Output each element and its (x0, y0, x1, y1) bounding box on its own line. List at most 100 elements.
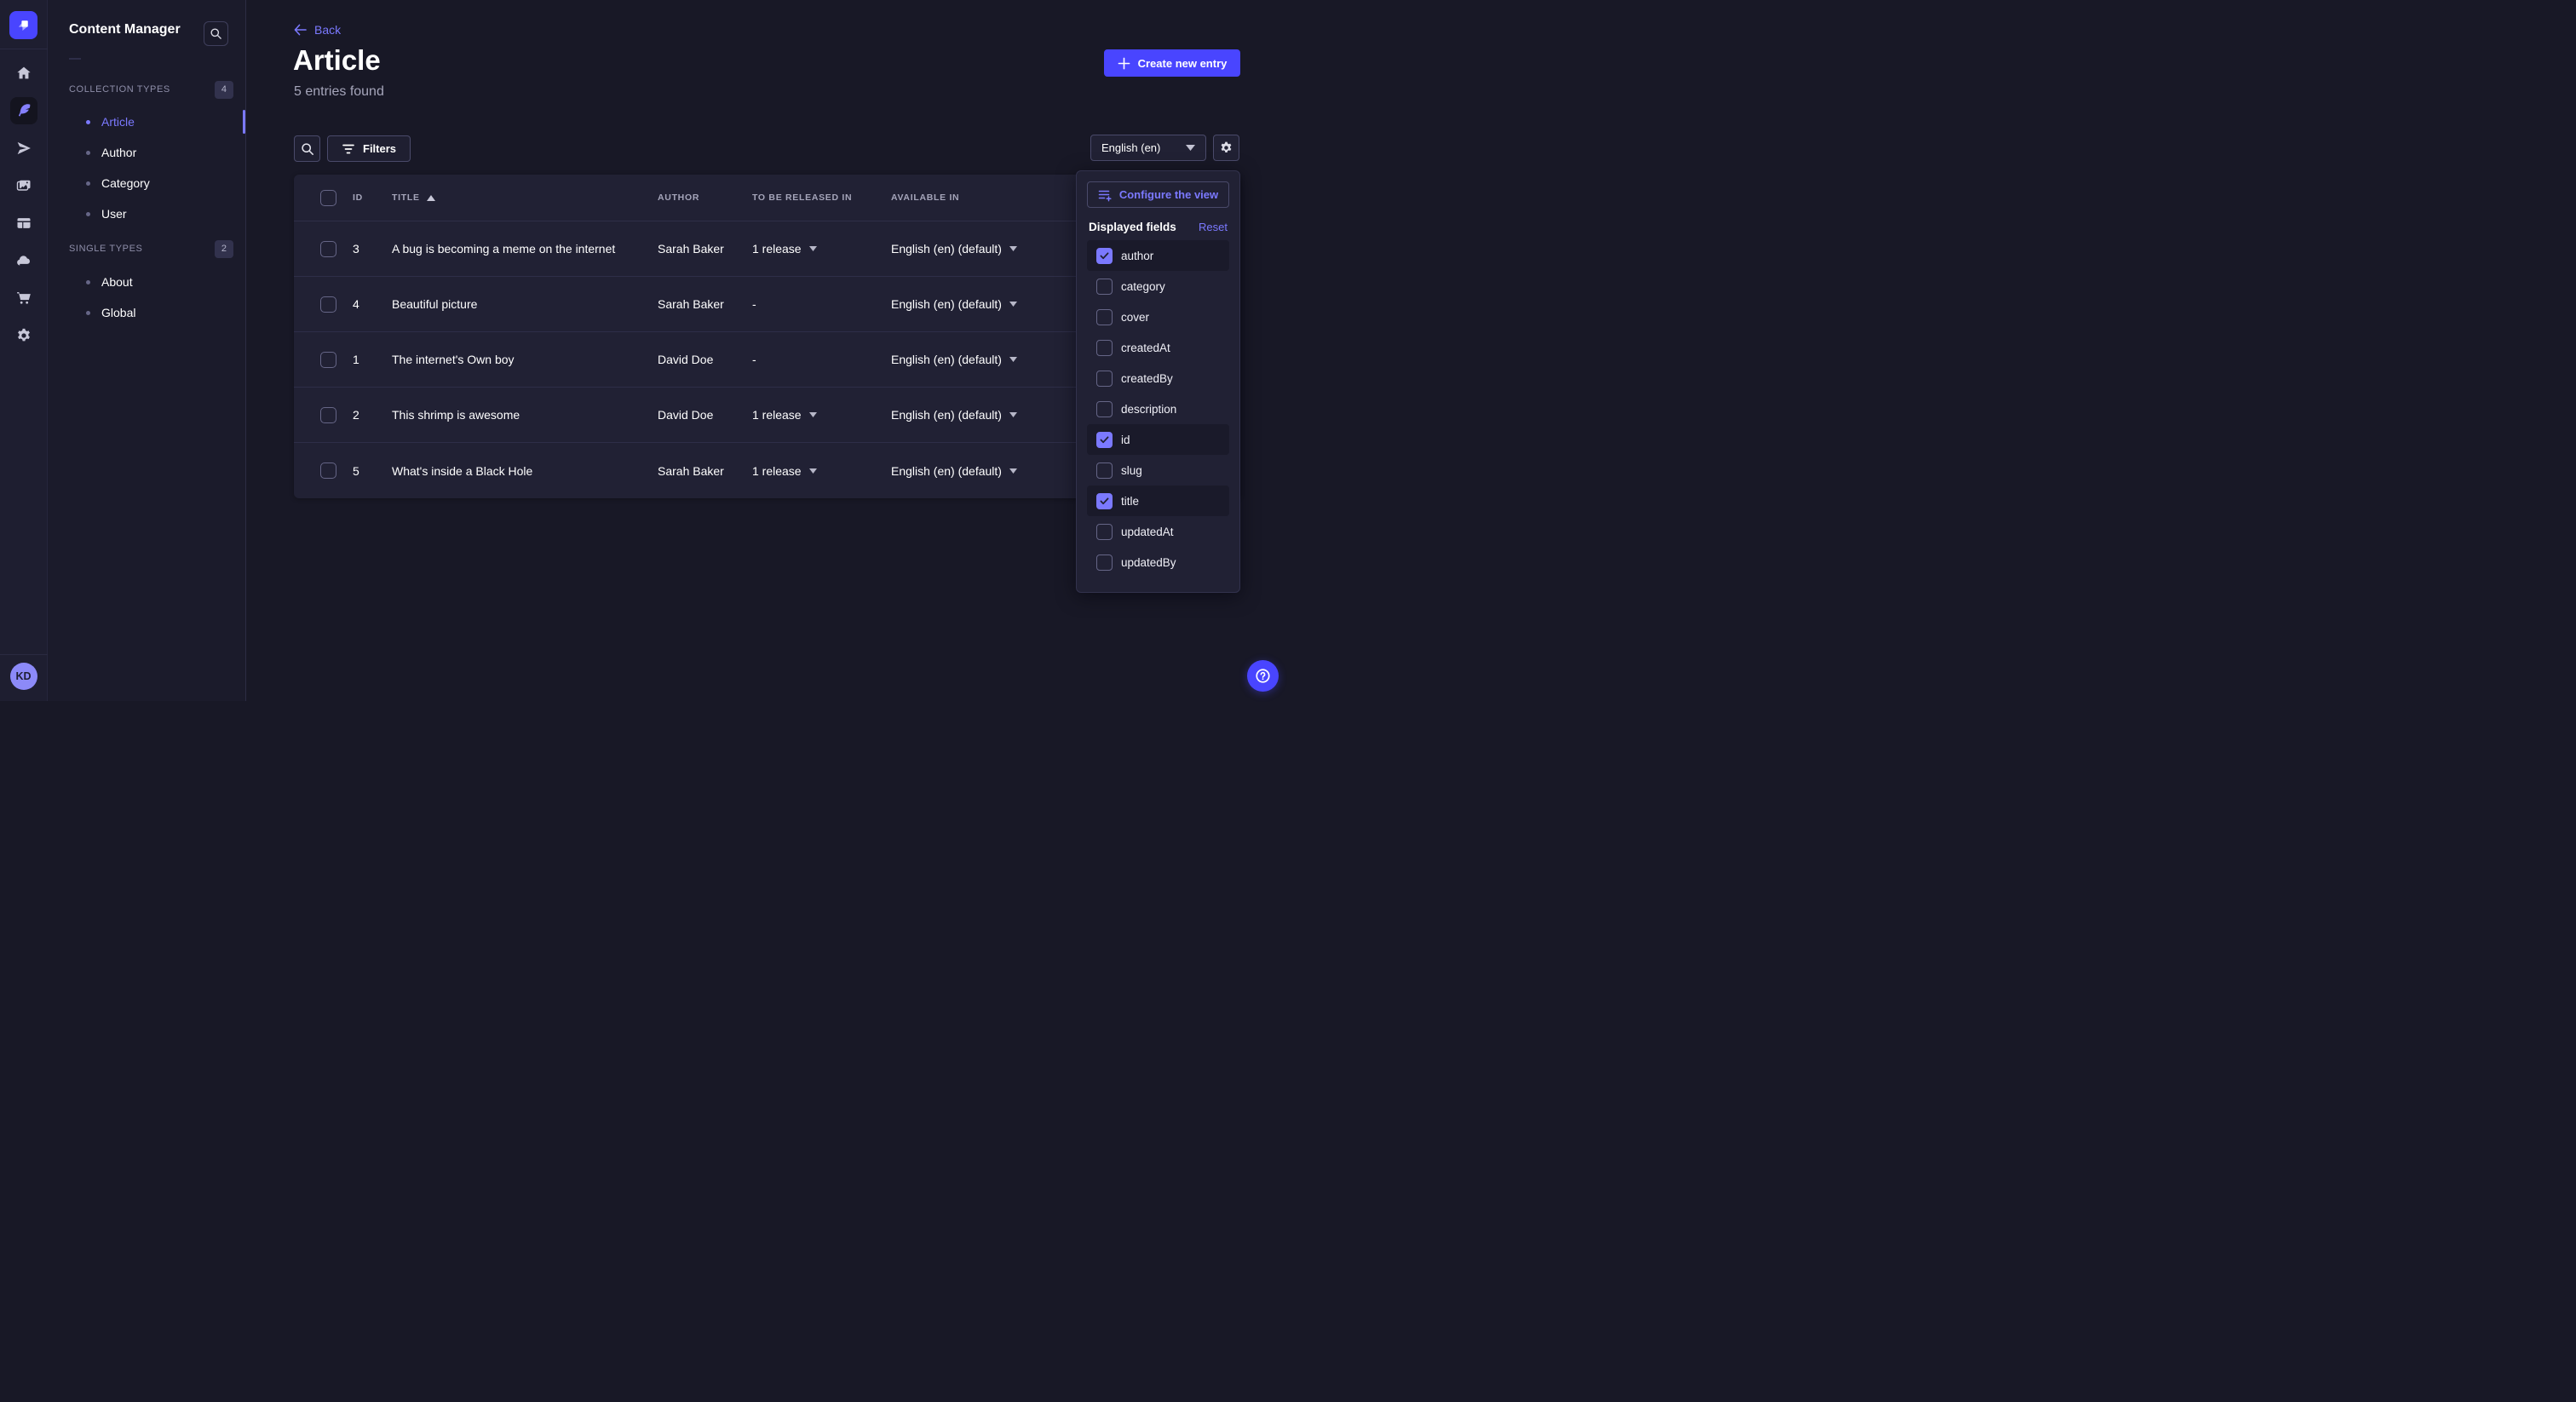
layout-icon (15, 215, 32, 232)
cell-title: A bug is becoming a meme on the internet (392, 242, 658, 256)
nav-deploy-button[interactable] (10, 135, 37, 162)
field-toggle-row[interactable]: author (1087, 240, 1229, 271)
cloud-icon (15, 252, 32, 269)
chevron-down-icon (1009, 468, 1017, 474)
filters-label: Filters (363, 142, 396, 155)
field-toggle-row[interactable]: updatedBy (1087, 547, 1229, 577)
field-toggle-row[interactable]: slug (1087, 455, 1229, 486)
search-icon (301, 142, 314, 156)
field-label: id (1121, 434, 1130, 446)
paper-plane-icon (15, 140, 32, 157)
row-checkbox[interactable] (320, 241, 336, 257)
sidebar-item[interactable]: Global (48, 297, 246, 328)
checkbox[interactable] (1096, 432, 1113, 448)
field-label: author (1121, 250, 1153, 262)
row-checkbox[interactable] (320, 463, 336, 479)
field-toggle-row[interactable]: category (1087, 271, 1229, 302)
nav-content-manager-button[interactable] (10, 97, 37, 124)
nav-marketplace-button[interactable] (10, 284, 37, 312)
field-label: title (1121, 495, 1139, 508)
cell-release[interactable]: - (752, 297, 891, 311)
field-label: cover (1121, 311, 1149, 324)
field-label: createdAt (1121, 342, 1170, 354)
cell-release[interactable]: 1 release (752, 408, 891, 422)
cell-id: 3 (353, 242, 392, 256)
locale-select[interactable]: English (en) (1090, 135, 1206, 161)
select-all-checkbox[interactable] (320, 190, 336, 206)
bullet-icon (86, 280, 90, 284)
bullet-icon (86, 311, 90, 315)
checkbox[interactable] (1096, 493, 1113, 509)
checkbox[interactable] (1096, 279, 1113, 295)
create-new-entry-button[interactable]: Create new entry (1104, 49, 1240, 77)
row-checkbox[interactable] (320, 407, 336, 423)
configure-list-icon (1098, 188, 1112, 202)
cell-release[interactable]: - (752, 353, 891, 366)
checkmark-icon (1100, 497, 1109, 505)
nav-cloud-button[interactable] (10, 247, 37, 274)
chevron-down-icon (1009, 302, 1017, 307)
field-toggle-row[interactable]: description (1087, 394, 1229, 424)
back-button[interactable]: Back (294, 23, 341, 37)
cell-author: David Doe (658, 353, 752, 366)
chevron-down-icon (1009, 246, 1017, 251)
field-toggle-row[interactable]: createdBy (1087, 363, 1229, 394)
help-button[interactable] (1247, 660, 1279, 692)
view-settings-button[interactable] (1213, 135, 1239, 161)
cell-release[interactable]: 1 release (752, 464, 891, 478)
configure-view-button[interactable]: Configure the view (1087, 181, 1229, 208)
user-avatar[interactable]: KD (10, 663, 37, 690)
checkbox[interactable] (1096, 524, 1113, 540)
column-header-release[interactable]: TO BE RELEASED IN (752, 192, 891, 203)
nav-home-button[interactable] (10, 60, 37, 87)
table-search-button[interactable] (294, 135, 320, 162)
chevron-down-icon (809, 412, 817, 417)
column-header-author[interactable]: AUTHOR (658, 192, 752, 203)
sidebar-item[interactable]: About (48, 267, 246, 297)
sidebar-item[interactable]: Category (48, 168, 246, 198)
nav-settings-button[interactable] (10, 322, 37, 349)
field-toggle-row[interactable]: title (1087, 486, 1229, 516)
column-header-title[interactable]: TITLE (392, 192, 658, 203)
checkbox[interactable] (1096, 371, 1113, 387)
collection-types-list: Article Author Category User (48, 106, 246, 229)
row-checkbox[interactable] (320, 296, 336, 313)
field-label: updatedBy (1121, 556, 1176, 569)
cell-release[interactable]: 1 release (752, 242, 891, 256)
nav-media-library-button[interactable] (10, 172, 37, 199)
checkbox[interactable] (1096, 401, 1113, 417)
filters-button[interactable]: Filters (327, 135, 411, 162)
section-label: SINGLE TYPES (69, 244, 142, 254)
reset-button[interactable]: Reset (1199, 221, 1228, 233)
checkbox[interactable] (1096, 463, 1113, 479)
sidebar-item[interactable]: Article (48, 106, 246, 137)
sidebar-item[interactable]: User (48, 198, 246, 229)
chevron-down-icon (809, 468, 817, 474)
strapi-logo[interactable] (9, 11, 37, 39)
filter-icon (342, 143, 355, 155)
checkbox[interactable] (1096, 340, 1113, 356)
field-toggle-row[interactable]: createdAt (1087, 332, 1229, 363)
field-label: description (1121, 403, 1176, 416)
field-label: updatedAt (1121, 526, 1174, 538)
nav-content-type-builder-button[interactable] (10, 210, 37, 237)
field-toggle-row[interactable]: cover (1087, 302, 1229, 332)
entries-count: 5 entries found (294, 84, 384, 100)
active-item-indicator (243, 110, 245, 134)
column-header-id[interactable]: ID (353, 192, 392, 203)
sidebar-item-label: Author (101, 146, 136, 159)
chevron-down-icon (1009, 412, 1017, 417)
content-manager-sidebar: Content Manager COLLECTION TYPES 4 Artic… (48, 0, 246, 701)
checkbox[interactable] (1096, 554, 1113, 571)
rail-bottom-divider (0, 654, 48, 655)
checkbox[interactable] (1096, 309, 1113, 325)
row-checkbox[interactable] (320, 352, 336, 368)
field-toggle-row[interactable]: id (1087, 424, 1229, 455)
home-icon (15, 65, 32, 82)
sidebar-search-button[interactable] (204, 21, 228, 46)
feather-icon (15, 102, 32, 119)
page-title: Article (293, 44, 381, 77)
checkbox[interactable] (1096, 248, 1113, 264)
field-toggle-row[interactable]: updatedAt (1087, 516, 1229, 547)
sidebar-item[interactable]: Author (48, 137, 246, 168)
